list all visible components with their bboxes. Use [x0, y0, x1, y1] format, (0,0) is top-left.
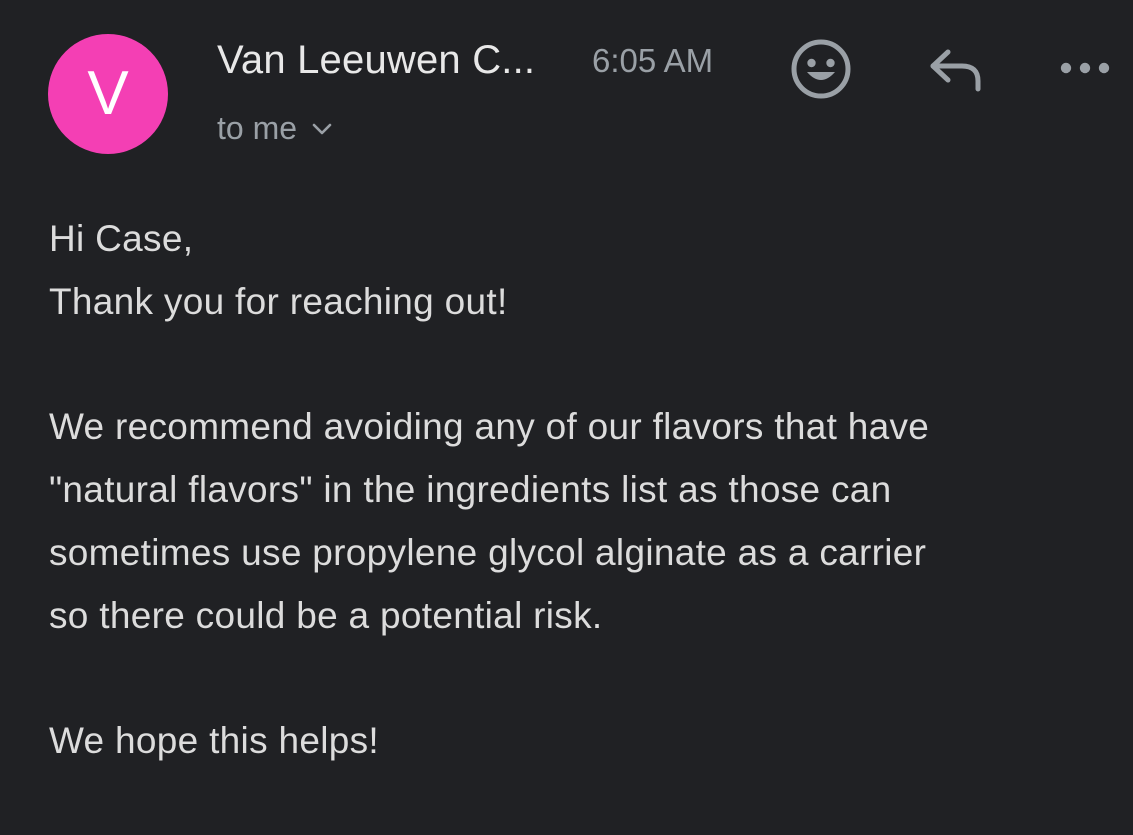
avatar-letter: V: [87, 59, 129, 128]
recipient-details-toggle[interactable]: to me: [217, 110, 333, 147]
paragraph-line: so there could be a potential risk.: [49, 594, 603, 636]
closing-line: We hope this helps!: [49, 720, 379, 762]
reply-button[interactable]: [920, 44, 990, 98]
chevron-down-icon: [311, 122, 333, 136]
greeting-line: Hi Case,: [49, 218, 194, 259]
message-body: Hi Case, Thank you for reaching out! We …: [49, 208, 1109, 773]
sender-name[interactable]: Van Leeuwen C...: [217, 38, 535, 83]
paragraph-line: "natural flavors" in the ingredients lis…: [49, 469, 892, 511]
add-reaction-button[interactable]: [786, 38, 856, 104]
more-dots-icon: [1057, 58, 1113, 83]
paragraph-line: We recommend avoiding any of our flavors…: [49, 406, 930, 448]
recipient-label: to me: [217, 110, 298, 146]
message-time: 6:05 AM: [592, 42, 714, 79]
paragraph-line: sometimes use propylene glycol alginate …: [49, 531, 927, 573]
reply-arrow-icon: [924, 44, 986, 99]
smiley-face-icon: [788, 38, 854, 105]
sender-avatar[interactable]: V: [48, 34, 168, 154]
thanks-line: Thank you for reaching out!: [49, 280, 508, 322]
more-options-button[interactable]: [1052, 50, 1118, 90]
